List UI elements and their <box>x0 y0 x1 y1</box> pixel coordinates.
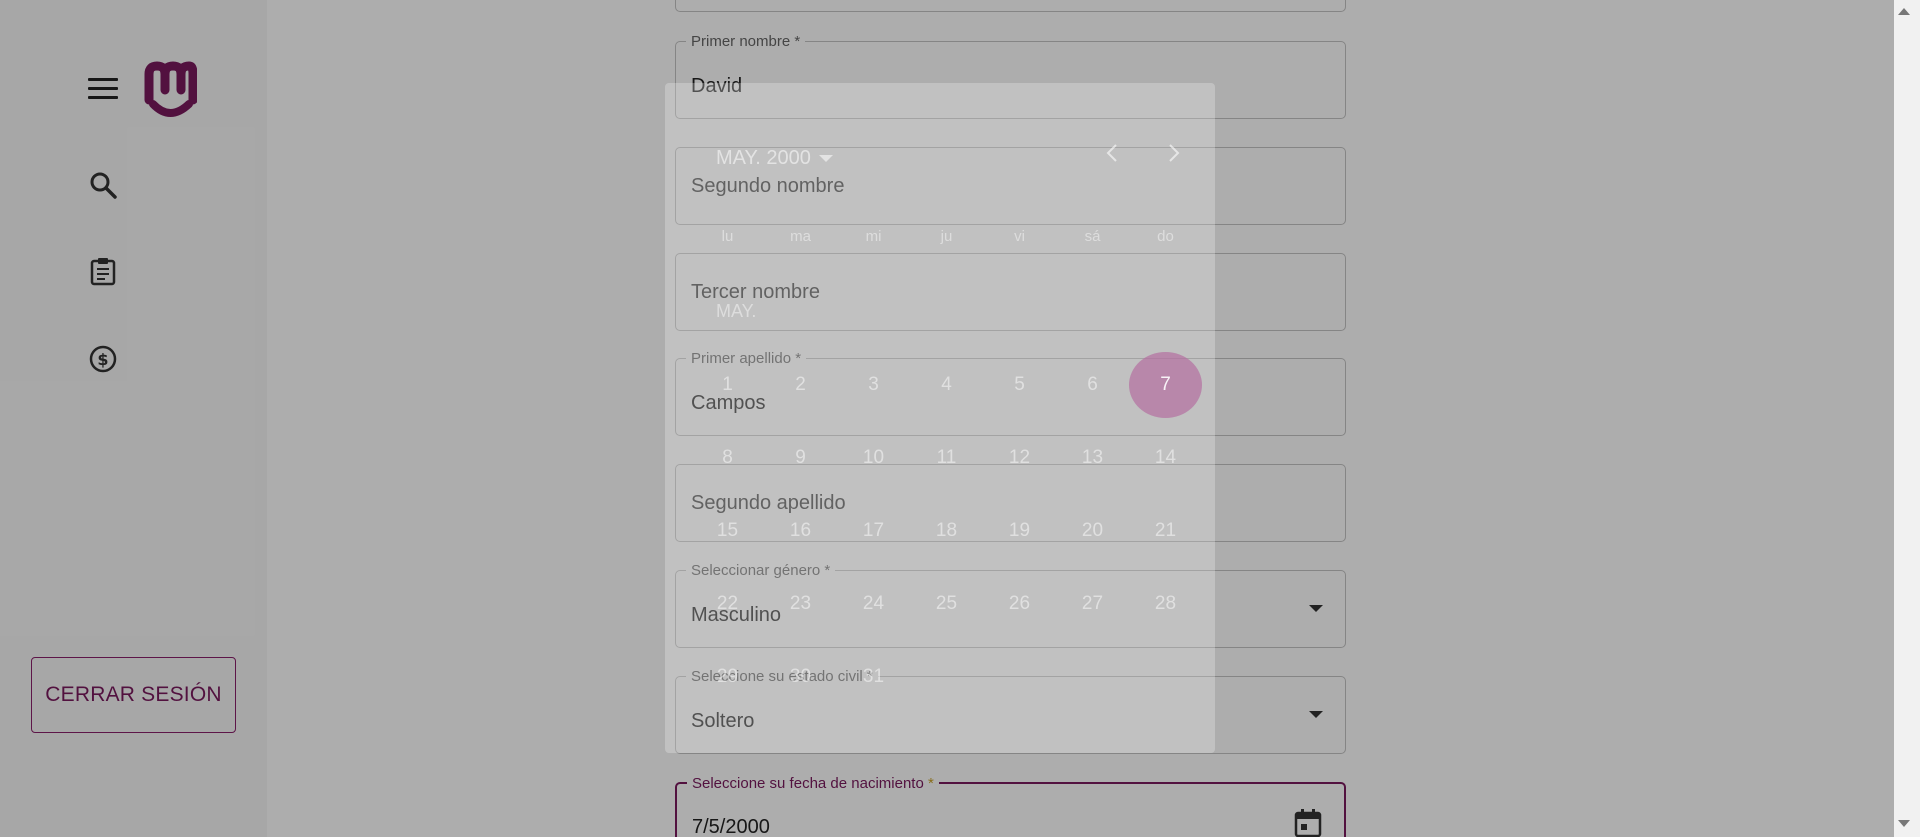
day-cell[interactable]: 6 <box>1056 352 1129 418</box>
day-cell[interactable]: 2 <box>764 352 837 418</box>
day-cell[interactable]: 28 <box>1129 571 1202 637</box>
day-cell[interactable]: 9 <box>764 425 837 491</box>
week-row: 1 2 3 4 5 6 7 <box>691 352 1203 418</box>
day-cell[interactable]: 19 <box>983 498 1056 564</box>
week-row: 8 9 10 11 12 13 14 <box>691 425 1203 491</box>
day-cell[interactable]: 15 <box>691 498 764 564</box>
day-cell[interactable]: 11 <box>910 425 983 491</box>
day-cell[interactable] <box>983 644 1056 684</box>
weekday-label: lu <box>721 228 734 245</box>
month-tag: MAY. <box>716 301 757 321</box>
day-cell[interactable] <box>1056 644 1129 684</box>
day-cell[interactable]: 10 <box>837 425 910 491</box>
day-cell[interactable]: 23 <box>764 571 837 637</box>
week-row: 15 16 17 18 19 20 21 <box>691 498 1203 564</box>
datepicker-dialog: MAY. 2000 lu ma mi ju vi sá do MAY. 1 2 … <box>665 83 1215 753</box>
weekday-label: do <box>1157 228 1174 245</box>
caret-down-icon <box>818 155 833 162</box>
previous-month-icon[interactable] <box>1101 141 1125 165</box>
scrollbar[interactable] <box>1894 0 1920 837</box>
day-cell-selected[interactable]: 7 <box>1129 352 1202 418</box>
day-cell[interactable]: 20 <box>1056 498 1129 564</box>
scroll-down-icon[interactable] <box>1898 820 1910 827</box>
weekday-label: mi <box>865 228 882 245</box>
next-month-icon[interactable] <box>1161 141 1185 165</box>
day-cell[interactable]: 12 <box>983 425 1056 491</box>
day-cell[interactable]: 13 <box>1056 425 1129 491</box>
day-cell[interactable]: 18 <box>910 498 983 564</box>
day-cell[interactable]: 25 <box>910 571 983 637</box>
day-cell[interactable]: 3 <box>837 352 910 418</box>
weekday-header: lu ma mi ju vi sá do <box>691 228 1203 245</box>
period-label: MAY. 2000 <box>716 147 811 169</box>
week-row: 22 23 24 25 26 27 28 <box>691 571 1203 637</box>
day-cell[interactable]: 22 <box>691 571 764 637</box>
day-cell[interactable]: 17 <box>837 498 910 564</box>
weekday-label: ma <box>790 228 811 245</box>
day-cell[interactable]: 29 <box>691 644 764 684</box>
week-row: 29 30 31 <box>691 644 1203 684</box>
day-cell[interactable]: 30 <box>764 644 837 684</box>
weekday-label: ju <box>940 228 953 245</box>
day-cell[interactable]: 16 <box>764 498 837 564</box>
day-cell[interactable] <box>910 644 983 684</box>
day-cell[interactable] <box>1129 644 1202 684</box>
weekday-label: sá <box>1084 228 1101 245</box>
day-cell[interactable]: 1 <box>691 352 764 418</box>
day-cell[interactable]: 4 <box>910 352 983 418</box>
day-cell[interactable]: 26 <box>983 571 1056 637</box>
day-cell[interactable]: 31 <box>837 644 910 684</box>
day-cell[interactable]: 27 <box>1056 571 1129 637</box>
period-selector[interactable]: MAY. 2000 <box>716 147 833 170</box>
day-cell[interactable]: 21 <box>1129 498 1202 564</box>
scroll-up-icon[interactable] <box>1898 8 1910 15</box>
day-cell[interactable]: 5 <box>983 352 1056 418</box>
weekday-label: vi <box>1014 228 1025 245</box>
day-cell[interactable]: 24 <box>837 571 910 637</box>
day-cell[interactable]: 14 <box>1129 425 1202 491</box>
day-cell[interactable]: 8 <box>691 425 764 491</box>
